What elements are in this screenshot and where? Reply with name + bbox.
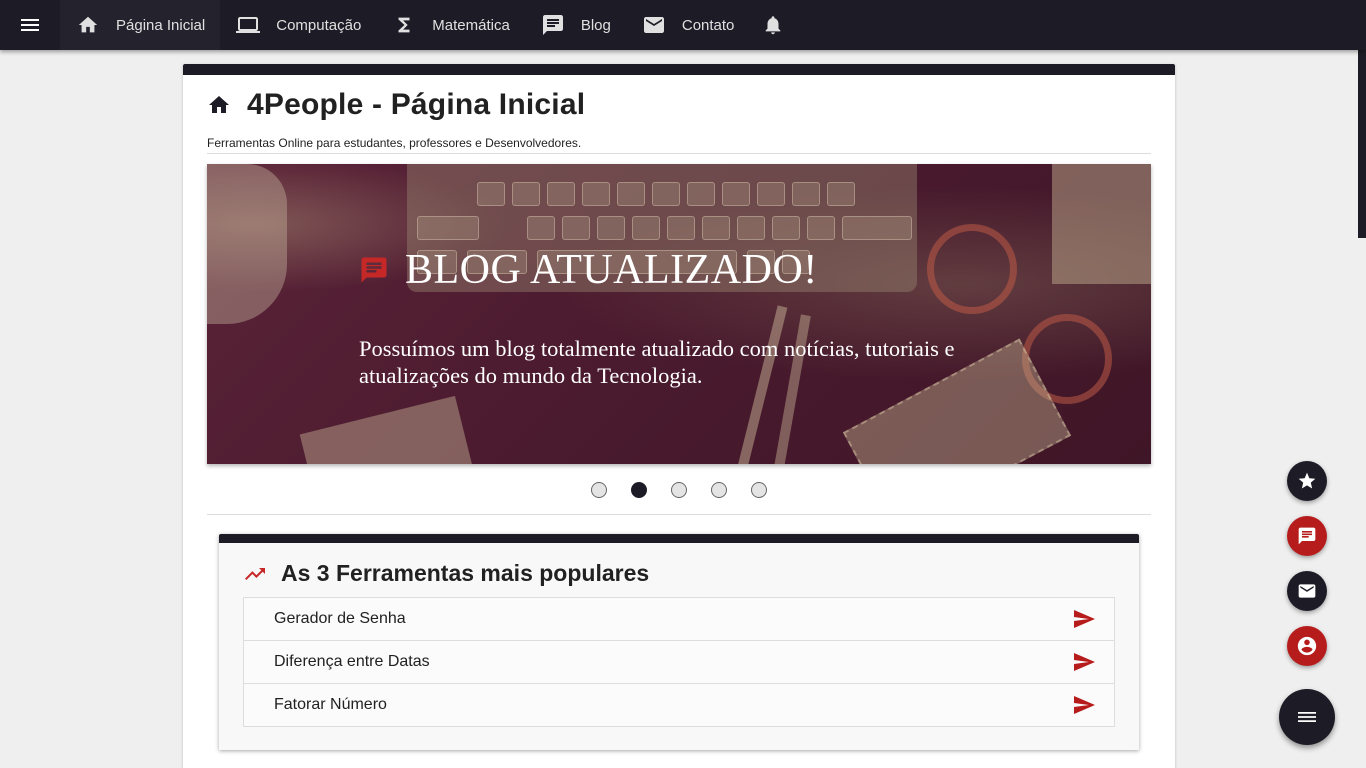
- main-card: 4People - Página Inicial Ferramentas Onl…: [183, 64, 1175, 768]
- page-header: 4People - Página Inicial: [207, 88, 585, 122]
- popular-tools-card: As 3 Ferramentas mais populares Gerador …: [219, 534, 1139, 750]
- account-icon: [1297, 636, 1317, 656]
- popular-tools-title: As 3 Ferramentas mais populares: [281, 560, 650, 586]
- divider: [207, 153, 1151, 154]
- send-icon[interactable]: [1072, 693, 1096, 717]
- list-item-label: Fatorar Número: [274, 696, 387, 713]
- notifications-button[interactable]: [749, 0, 797, 50]
- comment-icon: [361, 257, 387, 283]
- nav-item-contato[interactable]: Contato: [626, 0, 750, 50]
- carousel-slide[interactable]: BLOG ATUALIZADO! Possuímos um blog total…: [207, 164, 1151, 464]
- divider: [207, 514, 1151, 515]
- favorites-fab[interactable]: [1287, 461, 1327, 501]
- nav-item-computacao[interactable]: Computação: [220, 0, 376, 50]
- home-icon: [76, 13, 100, 37]
- send-icon[interactable]: [1072, 650, 1096, 674]
- nav-item-label: Computação: [276, 16, 362, 34]
- star-icon: [1298, 472, 1316, 489]
- home-icon: [209, 96, 229, 113]
- page-subtitle: Ferramentas Online para estudantes, prof…: [207, 136, 582, 150]
- nav-item-label: Contato: [681, 16, 735, 34]
- carousel-dot-3[interactable]: [671, 482, 687, 498]
- menu-button[interactable]: [0, 0, 60, 50]
- background-decoration: [1052, 164, 1151, 284]
- nav-item-blog[interactable]: Blog: [525, 0, 626, 50]
- contact-fab[interactable]: [1287, 571, 1327, 611]
- carousel-indicators: [591, 482, 791, 498]
- slide-title: BLOG ATUALIZADO!: [405, 247, 818, 293]
- menu-icon: [1298, 712, 1316, 722]
- blog-fab[interactable]: [1287, 516, 1327, 556]
- account-fab[interactable]: [1287, 626, 1327, 666]
- carousel-dot-1[interactable]: [591, 482, 607, 498]
- list-item[interactable]: Fatorar Número: [244, 684, 1114, 726]
- mail-icon: [1298, 584, 1316, 598]
- nav-item-matematica[interactable]: Matemática: [376, 0, 525, 50]
- card-header-bar: [183, 64, 1175, 75]
- list-item-label: Diferença entre Datas: [274, 653, 430, 670]
- comment-icon: [541, 13, 565, 37]
- send-icon[interactable]: [1072, 607, 1096, 631]
- list-item-label: Gerador de Senha: [274, 610, 406, 627]
- carousel-dot-4[interactable]: [711, 482, 727, 498]
- nav-item-label: Página Inicial: [116, 16, 206, 34]
- background-decoration: [207, 164, 287, 324]
- background-decoration: [927, 224, 1017, 314]
- card-header-bar: [219, 534, 1139, 543]
- popular-tools-list: Gerador de Senha Diferença entre Datas F…: [243, 597, 1115, 727]
- top-navbar: Página Inicial Computação Matemática Blo…: [0, 0, 1366, 50]
- sigma-icon: [392, 13, 416, 37]
- bell-icon: [766, 16, 781, 35]
- mail-icon: [642, 13, 666, 37]
- list-item[interactable]: Gerador de Senha: [244, 598, 1114, 641]
- speed-dial-menu-button[interactable]: [1279, 689, 1335, 745]
- background-decoration: [299, 395, 475, 464]
- page-title: 4People - Página Inicial: [247, 88, 586, 121]
- nav-item-label: Blog: [580, 16, 611, 34]
- carousel-dot-5[interactable]: [751, 482, 767, 498]
- nav-item-home[interactable]: Página Inicial: [60, 0, 221, 50]
- slide-heading: BLOG ATUALIZADO!: [359, 246, 818, 294]
- hamburger-menu-icon: [21, 19, 39, 31]
- trending-up-icon: [245, 567, 265, 580]
- list-item[interactable]: Diferença entre Datas: [244, 641, 1114, 684]
- popular-tools-header: As 3 Ferramentas mais populares: [243, 560, 649, 587]
- nav-item-label: Matemática: [432, 16, 510, 34]
- slide-description: Possuímos um blog totalmente atualizado …: [359, 336, 955, 388]
- scrollbar-thumb[interactable]: [1358, 50, 1366, 238]
- comment-icon: [1298, 527, 1316, 545]
- carousel-dot-2[interactable]: [631, 482, 647, 498]
- laptop-icon: [236, 13, 261, 37]
